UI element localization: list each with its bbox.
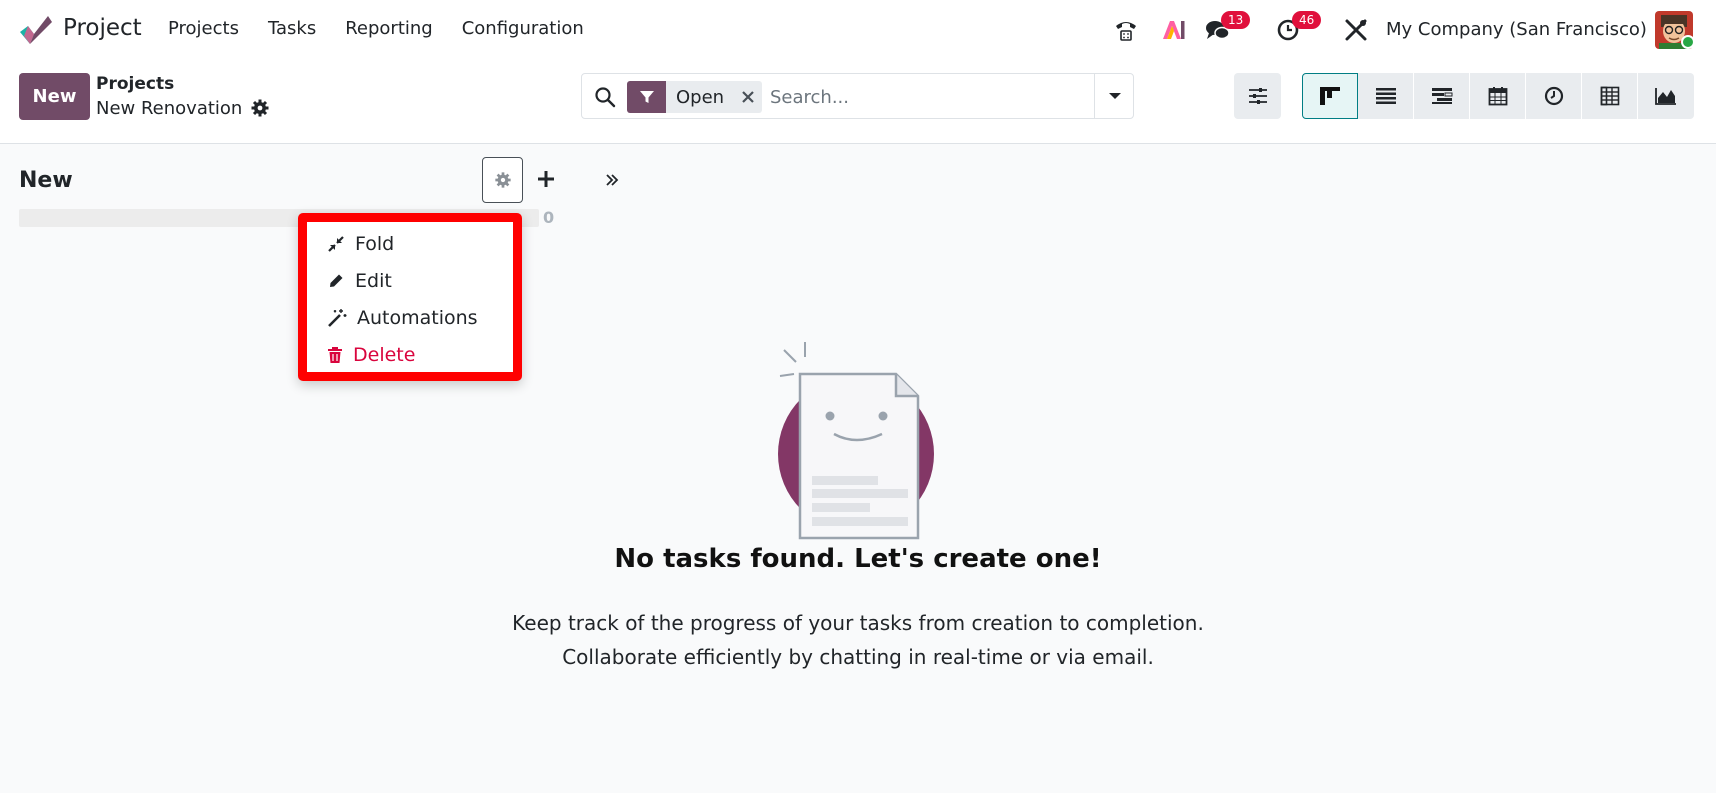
pivot-view-button[interactable] (1582, 73, 1638, 119)
messages-badge: 13 (1221, 11, 1251, 29)
empty-tasks-illustration (778, 342, 934, 540)
delete-label: Delete (353, 344, 416, 366)
empty-state-line-2: Collaborate efficiently by chatting in r… (562, 645, 1154, 669)
magic-wand-icon (328, 309, 347, 327)
sliders-icon (1248, 88, 1267, 104)
search-options-toggle[interactable] (1094, 74, 1134, 118)
automations-label: Automations (357, 307, 478, 329)
pivot-icon (1600, 86, 1619, 106)
activity-icon (1544, 86, 1563, 106)
edit-label: Edit (355, 270, 392, 292)
ai-icon[interactable] (1160, 17, 1186, 43)
breadcrumb-projects[interactable]: Projects (96, 74, 174, 94)
view-settings-button[interactable] (1234, 73, 1281, 119)
control-panel: New Projects New Renovation Open (0, 60, 1716, 144)
menu-configuration[interactable]: Configuration (462, 18, 584, 39)
delete-menu-item[interactable]: Delete (327, 340, 415, 370)
facet-label: Open (676, 86, 725, 108)
edit-menu-item[interactable]: Edit (327, 266, 392, 296)
filter-icon (627, 81, 666, 113)
phone-icon[interactable] (1113, 17, 1139, 43)
column-count: 0 (543, 208, 555, 227)
main-menu: Projects Tasks Reporting Configuration (168, 18, 584, 39)
activity-view-button[interactable] (1526, 73, 1582, 119)
fold-menu-item[interactable]: Fold (327, 229, 394, 259)
gantt-view-button[interactable] (1414, 73, 1470, 119)
new-button[interactable]: New (19, 73, 90, 120)
plus-icon (538, 171, 554, 187)
kanban-view-button[interactable] (1302, 73, 1358, 119)
compress-icon (328, 236, 344, 252)
top-navbar: Project Projects Tasks Reporting Configu… (0, 0, 1716, 60)
remove-facet-icon[interactable] (734, 81, 762, 113)
search-icon[interactable] (594, 86, 616, 108)
caret-down-icon (1108, 93, 1121, 99)
column-title[interactable]: New (19, 168, 73, 193)
search-bar: Open (581, 73, 1134, 119)
filter-facet: Open (627, 81, 763, 113)
empty-state-line-1: Keep track of the progress of your tasks… (512, 611, 1204, 635)
search-input[interactable] (770, 82, 1070, 112)
activities-badge: 46 (1292, 11, 1322, 29)
fold-label: Fold (355, 233, 395, 255)
breadcrumb-current: New Renovation (96, 98, 243, 119)
pencil-icon (330, 274, 343, 287)
area-chart-icon (1655, 88, 1676, 105)
gear-icon (494, 172, 511, 188)
project-app-logo[interactable] (18, 14, 52, 46)
messages-button[interactable]: 13 (1205, 11, 1251, 43)
expand-columns-button[interactable] (600, 168, 624, 192)
trash-icon (328, 347, 342, 363)
company-switcher[interactable]: My Company (San Francisco) (1386, 19, 1647, 40)
gear-icon[interactable] (250, 98, 270, 118)
activities-button[interactable]: 46 (1276, 11, 1322, 43)
debug-tools-icon[interactable] (1343, 17, 1369, 43)
gantt-icon (1431, 88, 1452, 104)
list-view-button[interactable] (1358, 73, 1414, 119)
column-config-dropdown: Fold Edit Automations Delete (298, 213, 522, 381)
calendar-icon (1488, 87, 1507, 106)
app-name[interactable]: Project (63, 15, 142, 41)
double-chevron-right-icon (606, 174, 619, 186)
empty-state-title: No tasks found. Let's create one! (614, 544, 1102, 574)
graph-view-button[interactable] (1638, 73, 1694, 119)
kanban-icon (1320, 87, 1340, 105)
menu-reporting[interactable]: Reporting (345, 18, 433, 39)
calendar-view-button[interactable] (1470, 73, 1526, 119)
list-icon (1375, 88, 1396, 104)
menu-tasks[interactable]: Tasks (268, 18, 316, 39)
quick-create-button[interactable] (533, 166, 559, 192)
menu-projects[interactable]: Projects (168, 18, 239, 39)
automations-menu-item[interactable]: Automations (327, 303, 478, 333)
column-config-button[interactable] (482, 157, 523, 203)
view-switcher (1302, 73, 1694, 119)
online-status-dot (1681, 35, 1695, 49)
